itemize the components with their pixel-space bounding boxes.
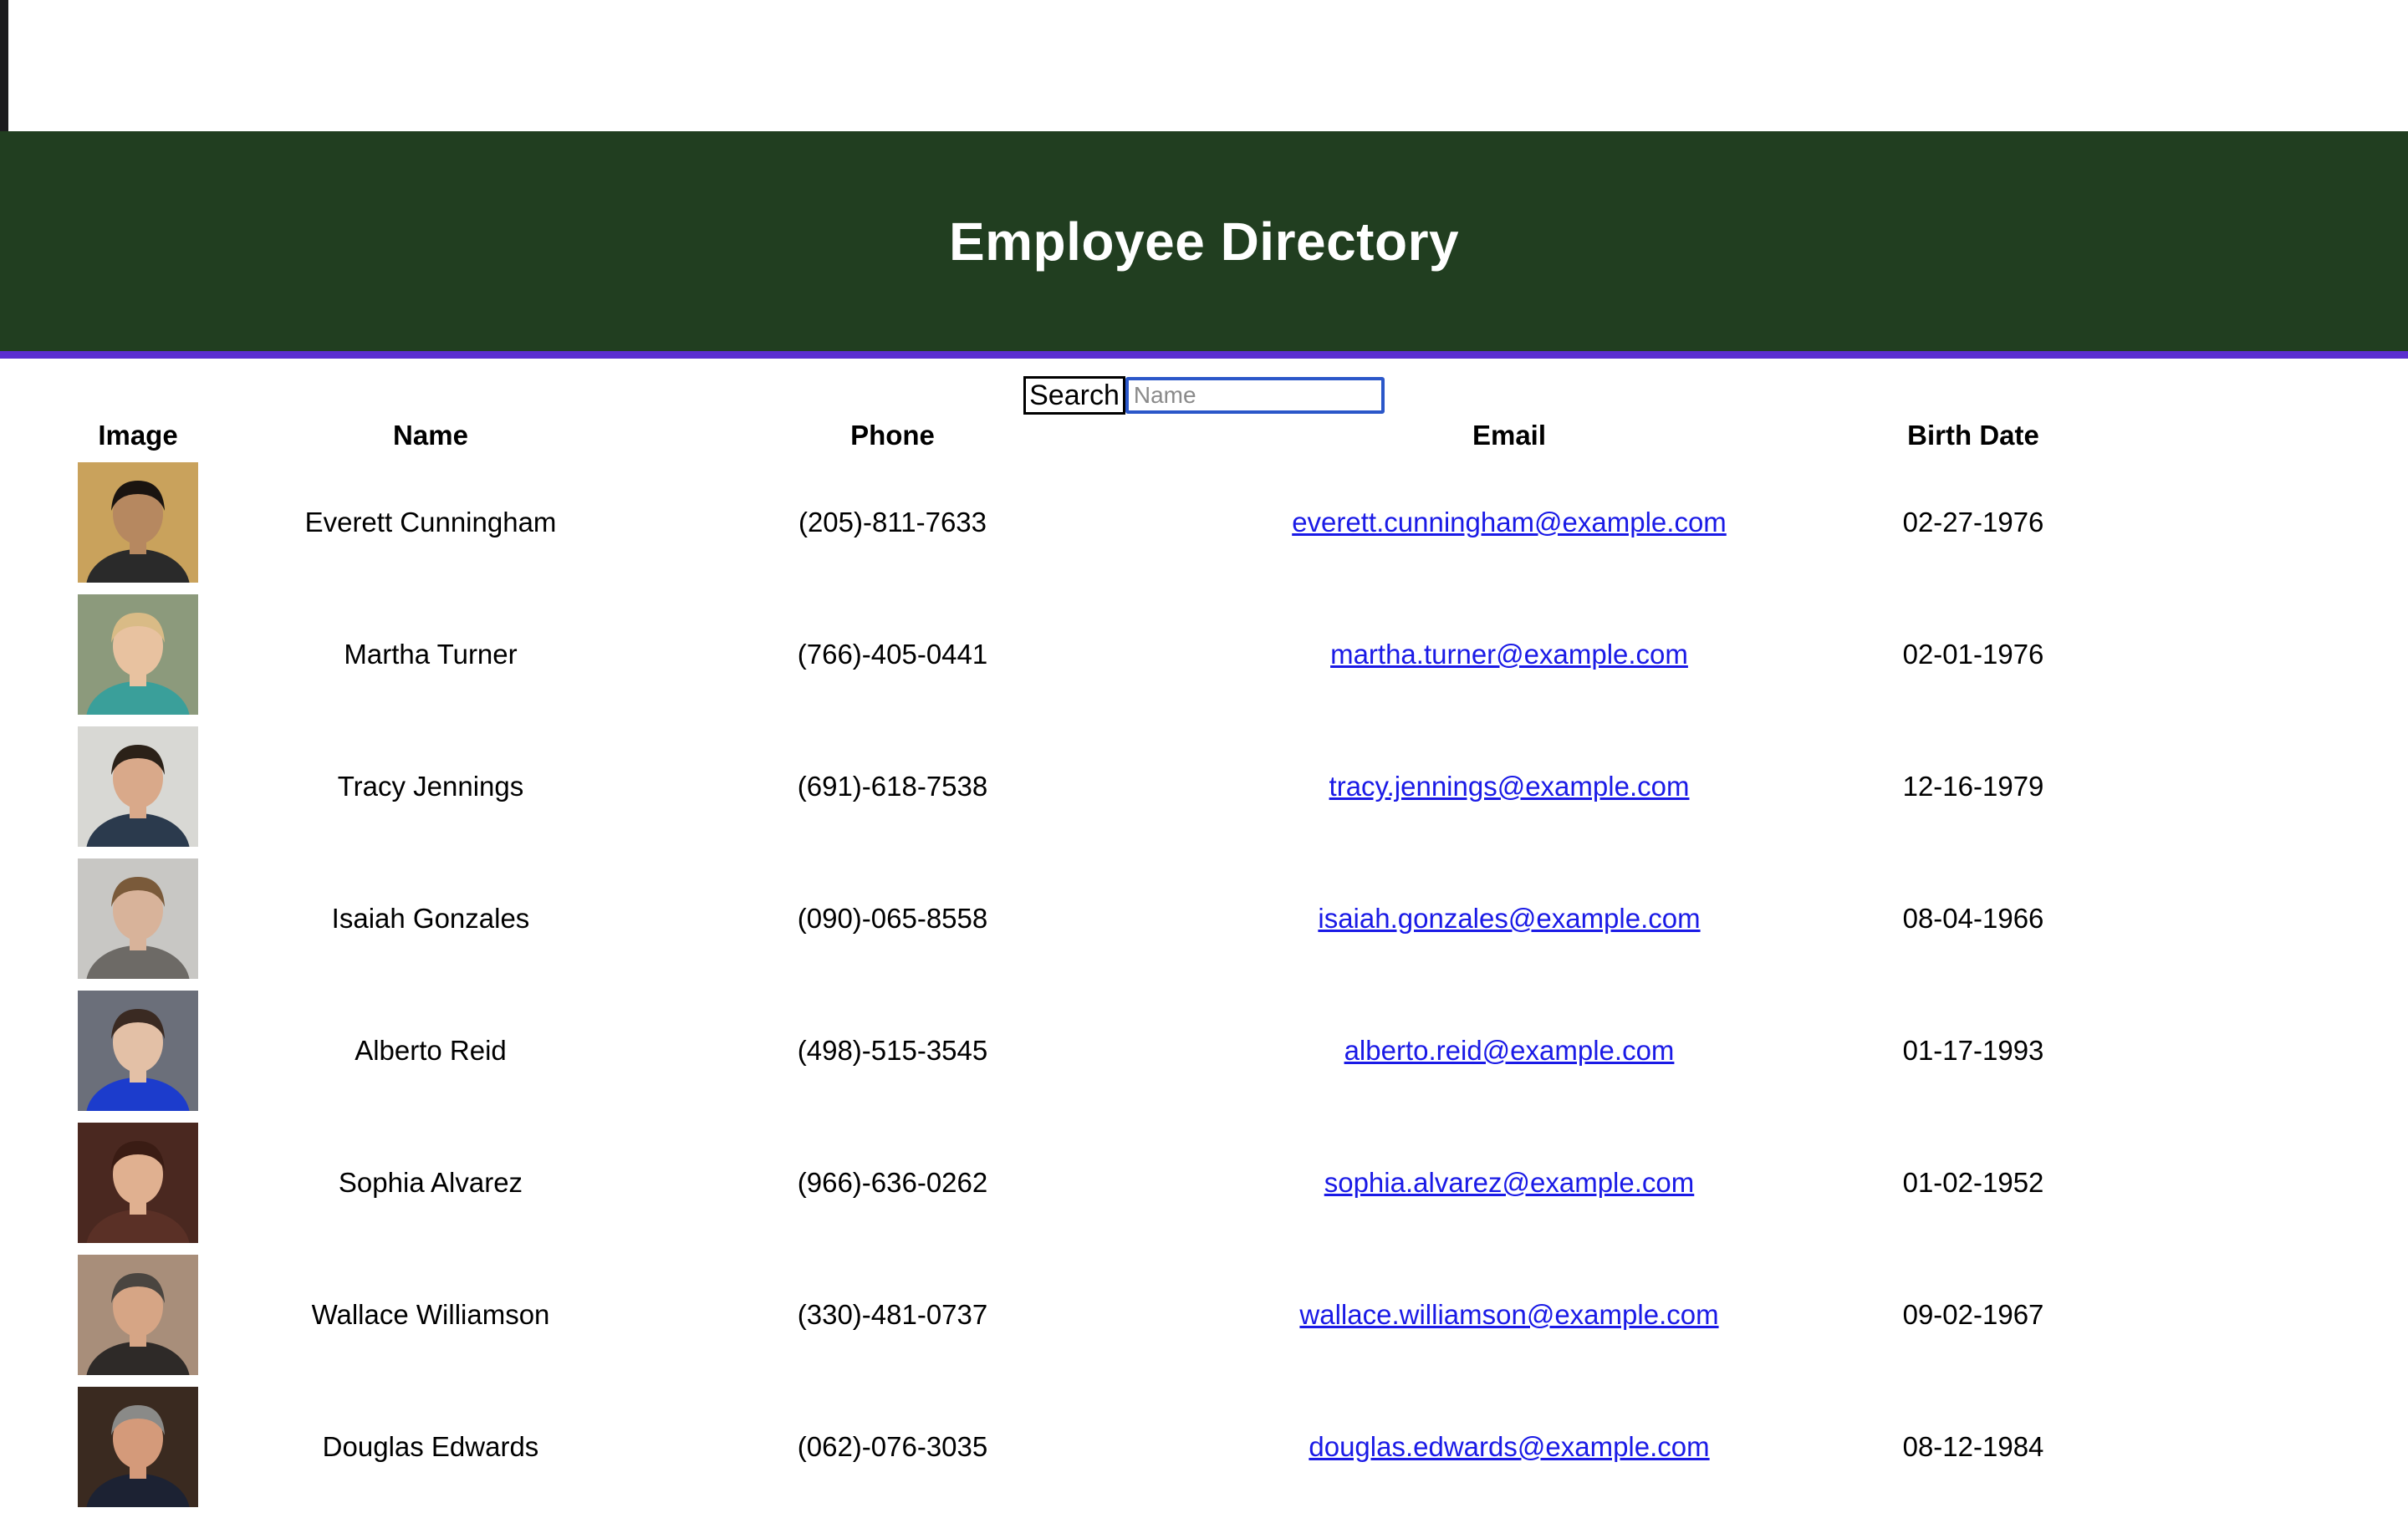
browser-top-area [0,0,2408,131]
employee-phone: (766)-405-0441 [797,639,988,670]
employee-phone: (062)-076-3035 [797,1431,988,1462]
employee-phone: (498)-515-3545 [797,1035,988,1066]
email-cell: alberto.reid@example.com [1200,985,1819,1117]
employee-phone: (205)-811-7633 [798,507,987,537]
employee-birth-date: 02-01-1976 [1902,639,2044,670]
employee-name: Sophia Alvarez [338,1167,523,1198]
employee-name: Tracy Jennings [337,771,524,802]
column-header-image: Image [98,420,178,451]
page-title: Employee Directory [948,211,1460,272]
table-row: Alberto Reid (498)-515-3545 alberto.reid@e… [0,985,2408,1117]
column-header-email: Email [1472,420,1547,451]
row-spacer [2128,456,2408,588]
employee-birth-date: 01-17-1993 [1902,1035,2044,1066]
employee-name: Wallace Williamson [311,1299,550,1330]
employee-name: Everett Cunningham [304,507,557,537]
table-row: Everett Cunningham (205)-811-7633 everett.… [0,456,2408,588]
image-cell [0,853,276,985]
employee-phone: (090)-065-8558 [797,903,988,934]
image-cell [0,985,276,1117]
table-header-row: Image Name Phone Email Birth Date [0,415,2408,456]
employee-photo [78,1123,198,1243]
row-spacer [2128,985,2408,1117]
row-spacer [2128,1117,2408,1249]
employee-email-link[interactable]: wallace.williamson@example.com [1299,1299,1718,1330]
employee-photo [78,462,198,583]
employee-photo [78,991,198,1111]
employee-photo [78,594,198,715]
employee-email-link[interactable]: douglas.edwards@example.com [1309,1431,1709,1462]
employee-email-link[interactable]: isaiah.gonzales@example.com [1318,903,1700,934]
employee-table: Image Name Phone Email Birth Date Everet… [0,415,2408,1513]
email-cell: everett.cunningham@example.com [1200,456,1819,588]
column-header-phone: Phone [850,420,935,451]
table-row: Sophia Alvarez (966)-636-0262 sophia.alvar… [0,1117,2408,1249]
column-header-name: Name [393,420,468,451]
table-row: Isaiah Gonzales (090)-065-8558 isaiah.gonz… [0,853,2408,985]
table-row: Martha Turner (766)-405-0441 martha.turner… [0,588,2408,721]
employee-email-link[interactable]: alberto.reid@example.com [1344,1035,1675,1066]
email-cell: douglas.edwards@example.com [1200,1381,1819,1513]
employee-email-link[interactable]: martha.turner@example.com [1330,639,1688,670]
table-row: Tracy Jennings (691)-618-7538 tracy.jennin… [0,721,2408,853]
column-header-birth-date: Birth Date [1907,420,2039,451]
image-cell [0,1117,276,1249]
email-cell: tracy.jennings@example.com [1200,721,1819,853]
image-cell [0,1381,276,1513]
window-edge [0,0,8,131]
employee-email-link[interactable]: tracy.jennings@example.com [1329,771,1690,802]
employee-birth-date: 12-16-1979 [1902,771,2044,802]
employee-name: Isaiah Gonzales [331,903,530,934]
employee-birth-date: 08-04-1966 [1902,903,2044,934]
employee-birth-date: 08-12-1984 [1902,1431,2044,1462]
row-spacer [2128,588,2408,721]
image-cell [0,456,276,588]
employee-phone: (330)-481-0737 [797,1299,988,1330]
search-bar: Search [0,376,2408,415]
email-cell: martha.turner@example.com [1200,588,1819,721]
image-cell [0,1249,276,1381]
employee-rows: Everett Cunningham (205)-811-7633 everett.… [0,456,2408,1513]
employee-name: Alberto Reid [355,1035,507,1066]
employee-email-link[interactable]: everett.cunningham@example.com [1292,507,1727,537]
employee-phone: (691)-618-7538 [797,771,988,802]
employee-phone: (966)-636-0262 [797,1167,988,1198]
row-spacer [2128,853,2408,985]
employee-photo [78,726,198,847]
table-row: Wallace Williamson (330)-481-0737 wallace.… [0,1249,2408,1381]
employee-birth-date: 02-27-1976 [1902,507,2044,537]
employee-birth-date: 01-02-1952 [1902,1167,2044,1198]
search-input[interactable] [1125,377,1385,414]
table-row: Douglas Edwards (062)-076-3035 douglas.edw… [0,1381,2408,1513]
email-cell: sophia.alvarez@example.com [1200,1117,1819,1249]
employee-email-link[interactable]: sophia.alvarez@example.com [1324,1167,1695,1198]
email-cell: isaiah.gonzales@example.com [1200,853,1819,985]
image-cell [0,721,276,853]
employee-photo [78,858,198,979]
column-spacer [2128,415,2408,456]
employee-photo [78,1387,198,1507]
employee-photo [78,1255,198,1375]
row-spacer [2128,1249,2408,1381]
search-label: Search [1023,376,1125,415]
page-header: Employee Directory [0,131,2408,359]
employee-name: Martha Turner [344,639,518,670]
employee-name: Douglas Edwards [322,1431,539,1462]
row-spacer [2128,721,2408,853]
image-cell [0,588,276,721]
row-spacer [2128,1381,2408,1513]
email-cell: wallace.williamson@example.com [1200,1249,1819,1381]
employee-birth-date: 09-02-1967 [1902,1299,2044,1330]
